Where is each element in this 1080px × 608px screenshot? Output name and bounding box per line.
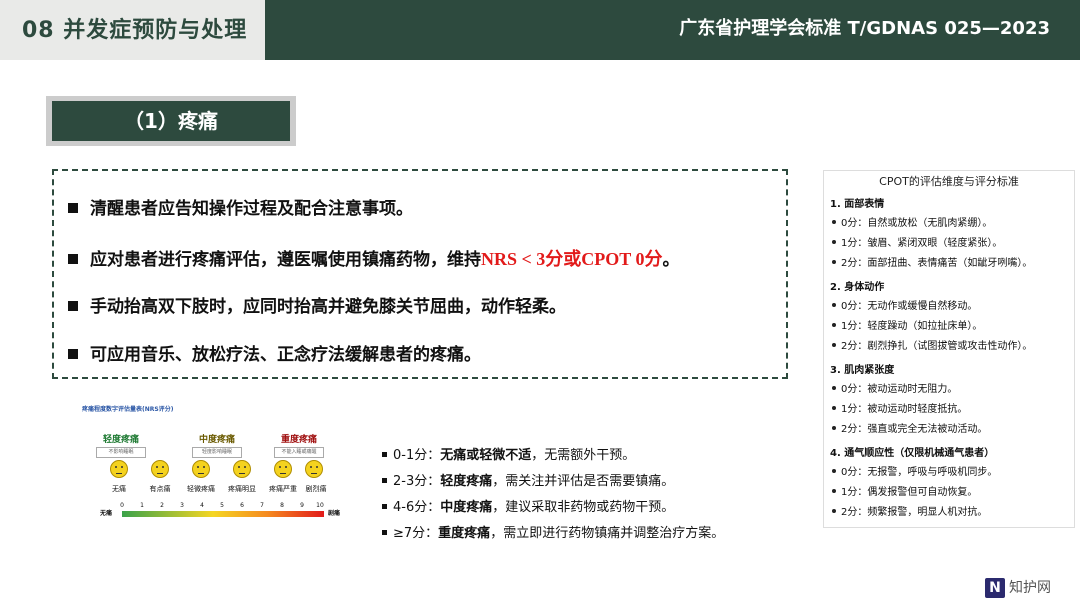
pain-gradient-bar xyxy=(122,511,324,517)
dot-bullet-icon xyxy=(832,323,836,327)
square-bullet-icon xyxy=(68,203,78,213)
category-moderate: 中度疼痛 轻度影响睡眠 xyxy=(182,432,252,458)
bullet-item: 手动抬高双下肢时，应同时抬高并避免膝关节屈曲，动作轻柔。 xyxy=(68,295,566,319)
cpot-group-heading: 2. 身体动作 xyxy=(830,282,885,293)
face-label: 疼痛明显 xyxy=(228,485,256,493)
tick-label: 6 xyxy=(240,502,244,509)
cpot-item: 0分：无动作或缓慢自然移动。 xyxy=(832,297,977,312)
cpot-group-heading: 1. 面部表情 xyxy=(830,199,885,210)
chapter-title: 08 并发症预防与处理 xyxy=(22,18,248,43)
pain-level-item: 2-3分：轻度疼痛，需关注并评估是否需要镇痛。 xyxy=(382,470,674,489)
square-bullet-icon xyxy=(382,478,387,483)
pain-level-item: 4-6分：中度疼痛，建议采取非药物或药物干预。 xyxy=(382,496,674,515)
cpot-item: 1分：皱眉、紧闭双眼（轻度紧张）。 xyxy=(832,234,1002,249)
cpot-item: 0分：自然或放松（无肌肉紧绷）。 xyxy=(832,214,992,229)
pain-level-item: 0-1分：无痛或轻微不适，无需额外干预。 xyxy=(382,444,635,463)
header-tab: 08 并发症预防与处理 xyxy=(0,0,265,60)
tick-label: 8 xyxy=(280,502,284,509)
dot-bullet-icon xyxy=(832,426,836,430)
tick-label: 5 xyxy=(220,502,224,509)
square-bullet-icon xyxy=(68,349,78,359)
section-title: （1）疼痛 xyxy=(52,101,290,141)
key-points-box: 清醒患者应告知操作过程及配合注意事项。 应对患者进行疼痛评估，遵医嘱使用镇痛药物… xyxy=(52,169,788,379)
cpot-group-heading: 3. 肌肉紧张度 xyxy=(830,365,895,376)
neutral-face-icon xyxy=(192,460,210,478)
cpot-item: 2分：剧烈挣扎（试图拔管或攻击性动作）。 xyxy=(832,337,1032,352)
tick-label: 3 xyxy=(180,502,184,509)
cpot-item: 0分：无报警，呼吸与呼吸机同步。 xyxy=(832,463,997,478)
bullet-item: 应对患者进行疼痛评估，遵医嘱使用镇痛药物，维持NRS < 3分或CPOT 0分。 xyxy=(68,247,679,272)
tick-label: 7 xyxy=(260,502,264,509)
header-bar: 08 并发症预防与处理 广东省护理学会标准 T/GDNAS 025—2023 xyxy=(0,0,1080,60)
frown-face-icon xyxy=(233,460,251,478)
tick-label: 9 xyxy=(300,502,304,509)
pain-level-item: ≥7分：重度疼痛，需立即进行药物镇痛并调整治疗方案。 xyxy=(382,522,724,541)
square-bullet-icon xyxy=(68,254,78,264)
dot-bullet-icon xyxy=(832,220,836,224)
face-label: 轻微疼痛 xyxy=(187,485,215,493)
dot-bullet-icon xyxy=(832,386,836,390)
cpot-item: 0分：被动运动时无阻力。 xyxy=(832,380,957,395)
dot-bullet-icon xyxy=(832,406,836,410)
logo-text: 知护网 xyxy=(1009,580,1051,596)
cpot-item: 1分：偶发报警但可自动恢复。 xyxy=(832,483,977,498)
sad-face-icon xyxy=(274,460,292,478)
nrs-pain-scale: 疼痛程度数字评估量表(NRS评分) 轻度疼痛 不影响睡眠 中度疼痛 轻度影响睡眠 重… xyxy=(78,404,340,582)
dot-bullet-icon xyxy=(832,343,836,347)
target-score-highlight: NRS < 3分或CPOT 0分 xyxy=(481,249,663,269)
dot-bullet-icon xyxy=(832,509,836,513)
cpot-item: 1分：轻度躁动（如拉扯床单）。 xyxy=(832,317,982,332)
tick-label: 4 xyxy=(200,502,204,509)
category-severe: 重度疼痛 不能入睡或痛醒 xyxy=(264,432,334,458)
face-label: 剧烈痛 xyxy=(305,485,327,493)
tick-label: 2 xyxy=(160,502,164,509)
scale-title: 疼痛程度数字评估量表(NRS评分) xyxy=(82,406,174,413)
smile-face-icon xyxy=(110,460,128,478)
cpot-item: 2分：频繁报警，明显人机对抗。 xyxy=(832,503,987,518)
tick-label: 0 xyxy=(120,502,124,509)
cpot-group-heading: 4. 通气顺应性（仅限机械通气患者） xyxy=(830,448,995,459)
category-mild: 轻度疼痛 不影响睡眠 xyxy=(86,432,156,458)
dot-bullet-icon xyxy=(832,469,836,473)
cpot-item: 2分：面部扭曲、表情痛苦（如龇牙咧嘴）。 xyxy=(832,254,1032,269)
bullet-item: 清醒患者应告知操作过程及配合注意事项。 xyxy=(68,197,413,221)
scale-min-label: 无痛 xyxy=(100,510,113,517)
square-bullet-icon xyxy=(68,301,78,311)
face-label: 疼痛严重 xyxy=(269,485,297,493)
tick-label: 1 xyxy=(140,502,144,509)
cpot-item: 1分：被动运动时轻度抵抗。 xyxy=(832,400,967,415)
square-bullet-icon xyxy=(382,452,387,457)
standard-label: 广东省护理学会标准 T/GDNAS 025—2023 xyxy=(679,18,1050,39)
dot-bullet-icon xyxy=(832,240,836,244)
square-bullet-icon xyxy=(382,530,387,535)
logo-n-icon: N xyxy=(985,578,1005,598)
slight-smile-face-icon xyxy=(151,460,169,478)
square-bullet-icon xyxy=(382,504,387,509)
tick-label: 10 xyxy=(316,502,324,509)
face-label: 无痛 xyxy=(112,485,126,493)
face-label: 有点痛 xyxy=(149,485,171,493)
bullet-item: 可应用音乐、放松疗法、正念疗法缓解患者的疼痛。 xyxy=(68,343,481,367)
crying-face-icon xyxy=(305,460,323,478)
cpot-title: CPOT的评估维度与评分标准 xyxy=(879,175,1019,188)
dot-bullet-icon xyxy=(832,303,836,307)
dot-bullet-icon xyxy=(832,489,836,493)
scale-max-label: 剧痛 xyxy=(328,510,341,517)
cpot-criteria-panel: CPOT的评估维度与评分标准 1. 面部表情 0分：自然或放松（无肌肉紧绷）。 … xyxy=(823,170,1075,528)
cpot-item: 2分：强直或完全无法被动活动。 xyxy=(832,420,987,435)
section-heading: （1）疼痛 xyxy=(46,96,296,146)
dot-bullet-icon xyxy=(832,260,836,264)
